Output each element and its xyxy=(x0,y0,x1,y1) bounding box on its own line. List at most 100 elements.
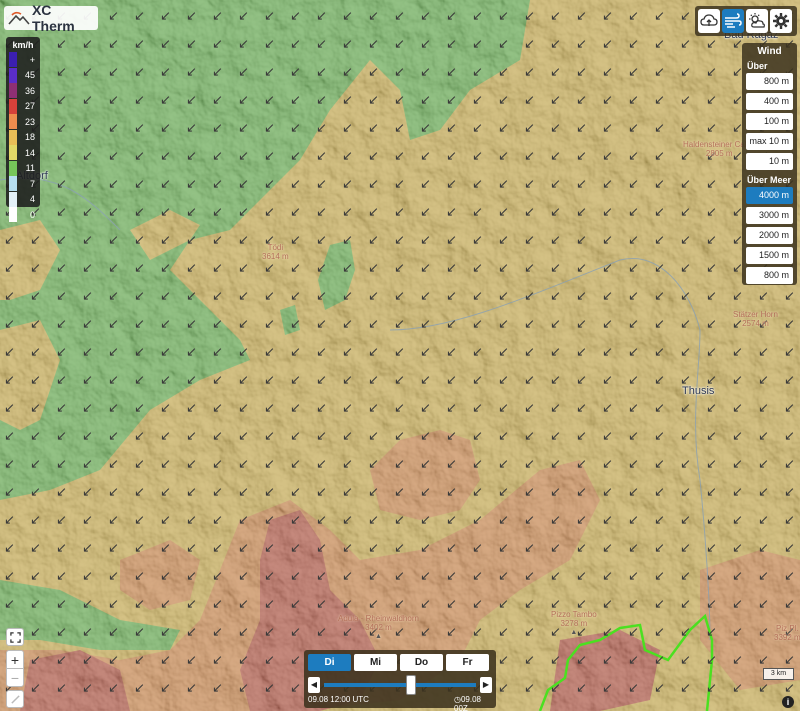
peak-toedi: Tödi 3614 m xyxy=(262,243,289,261)
ground-level-button[interactable]: 10 m xyxy=(746,153,793,170)
time-slider[interactable]: ◀ ▶ xyxy=(308,675,492,695)
peak-rheinwaldhorn-name: Adula - Rheinwaldhorn xyxy=(338,614,419,623)
legend-swatch xyxy=(9,67,17,83)
peak-tambo: Pizzo Tambo 3278 m ▲ xyxy=(551,610,597,637)
legend-label: 18 xyxy=(24,132,35,143)
legend-row: 0 xyxy=(9,207,37,223)
legend-swatch xyxy=(9,83,17,99)
sun-cloud-icon xyxy=(749,13,765,28)
legend-label: + xyxy=(29,54,35,65)
peak-staetzer-elevation: 2574 m xyxy=(742,319,769,328)
sea-level-button[interactable]: 1500 m xyxy=(746,247,793,264)
peak-rheinwaldhorn: Adula - Rheinwaldhorn 3402 m ▲ xyxy=(338,614,419,641)
current-time-label: 09.08 12:00 UTC xyxy=(308,695,369,704)
legend-row: 11 xyxy=(9,160,37,177)
day-tab[interactable]: Do xyxy=(400,654,443,671)
zoom-in-button[interactable]: + xyxy=(6,650,24,669)
layer-toolbar xyxy=(695,6,797,36)
above-sea-levels: 4000 m 3000 m 2000 m 1500 m 800 m xyxy=(745,187,794,284)
prev-step-button[interactable]: ◀ xyxy=(308,677,320,693)
sea-level-button[interactable]: 3000 m xyxy=(746,207,793,224)
above-sea-label: Über Meer xyxy=(747,175,792,185)
legend-swatch xyxy=(9,160,17,176)
legend-swatch xyxy=(9,114,17,130)
peak-right-edge-name: Piz Pl. xyxy=(776,624,799,633)
legend-swatch xyxy=(9,145,17,161)
wind-map[interactable] xyxy=(0,0,800,711)
peak-staetzer-name: Stätzer Horn xyxy=(733,310,778,319)
legend-row: 45 xyxy=(9,67,37,84)
legend-row: 4 xyxy=(9,191,37,208)
day-tab[interactable]: Fr xyxy=(446,654,489,671)
peak-right-edge-elevation: 3392 m xyxy=(774,633,800,642)
legend-swatch xyxy=(9,176,17,192)
day-tab[interactable]: Mi xyxy=(354,654,397,671)
legend-row: 7 xyxy=(9,176,37,192)
peak-toedi-name: Tödi xyxy=(267,243,284,252)
mountain-logo-icon xyxy=(8,11,30,25)
peak-toedi-elevation: 3614 m xyxy=(262,252,289,261)
ground-level-button[interactable]: 400 m xyxy=(746,93,793,110)
app-logo[interactable]: XC Therm xyxy=(4,2,98,34)
legend-swatch xyxy=(9,207,17,223)
day-tab[interactable]: Di xyxy=(308,654,351,671)
legend-swatch xyxy=(9,52,17,68)
legend-row: 23 xyxy=(9,114,37,130)
thermal-layer-button[interactable] xyxy=(746,9,768,33)
legend-row: 27 xyxy=(9,98,37,115)
town-thusis: Thusis xyxy=(682,385,715,397)
above-ground-label: Über Grund xyxy=(747,61,774,85)
slider-handle[interactable] xyxy=(405,675,416,695)
wind-level-panel: Wind Über Grund 800 m 400 m 100 m max 10 m 1… xyxy=(742,43,797,285)
peak-right-edge: Piz Pl. 3392 m xyxy=(774,624,800,642)
legend-swatch xyxy=(9,129,17,145)
legend-unit: km/h xyxy=(12,40,34,50)
legend-label: 7 xyxy=(29,178,35,189)
ground-level-button[interactable]: max 10 m xyxy=(746,133,793,150)
wind-icon xyxy=(725,13,742,28)
legend-label: 11 xyxy=(25,163,35,174)
legend-rows: +45 36 27 23 18 14 11 7 4 0 xyxy=(9,52,37,223)
gear-icon xyxy=(773,13,789,29)
legend-label: 0 xyxy=(29,209,35,220)
peak-marker-icon: ▲ xyxy=(570,629,578,636)
measure-button[interactable] xyxy=(6,690,24,708)
app-title: XC Therm xyxy=(31,2,75,34)
next-step-button[interactable]: ▶ xyxy=(480,677,492,693)
legend-label: 4 xyxy=(29,194,35,205)
peak-marker-icon: ▲ xyxy=(375,633,382,640)
day-tabs: Di Mi Do Fr xyxy=(308,654,492,671)
peak-tambo-elevation: 3278 m xyxy=(560,619,588,628)
legend-label: 36 xyxy=(24,85,35,96)
legend-label: 45 xyxy=(24,70,35,81)
above-ground-levels: 800 m 400 m 100 m max 10 m 10 m xyxy=(745,73,794,170)
sea-level-button[interactable]: 800 m xyxy=(746,267,793,284)
legend-row: 18 xyxy=(9,129,37,146)
zoom-out-button[interactable]: − xyxy=(6,668,24,687)
map-relief-shading xyxy=(0,0,800,711)
scale-bar: 3 km xyxy=(763,668,794,680)
peak-tambo-name: Pizzo Tambo xyxy=(551,610,597,619)
sea-level-button[interactable]: 2000 m xyxy=(746,227,793,244)
peak-rheinwaldhorn-elevation: 3402 m xyxy=(365,623,392,632)
fullscreen-icon xyxy=(9,631,21,643)
slider-track[interactable] xyxy=(324,683,476,687)
cloud-upload-button[interactable] xyxy=(698,9,720,33)
model-run-label: ◷09.08 00Z xyxy=(454,695,496,711)
legend-row: + xyxy=(9,52,37,68)
legend-label: 27 xyxy=(24,101,35,112)
wind-panel-title: Wind xyxy=(757,46,782,57)
ground-level-button[interactable]: 100 m xyxy=(746,113,793,130)
legend-row: 14 xyxy=(9,145,37,161)
info-button[interactable]: i xyxy=(782,696,794,708)
peak-haldensteiner-elevation: 2805 m xyxy=(705,149,733,158)
legend-swatch xyxy=(9,98,17,114)
sea-level-button[interactable]: 4000 m xyxy=(746,187,793,204)
forecast-timebar: Di Mi Do Fr ◀ ▶ 09.08 12:00 UTC ◷09.08 00Z xyxy=(304,650,496,711)
legend-swatch xyxy=(9,191,17,207)
ruler-icon xyxy=(10,694,20,704)
legend-row: 36 xyxy=(9,83,37,99)
fullscreen-button[interactable] xyxy=(6,628,24,646)
wind-layer-button[interactable] xyxy=(722,9,744,33)
settings-button[interactable] xyxy=(770,9,792,33)
